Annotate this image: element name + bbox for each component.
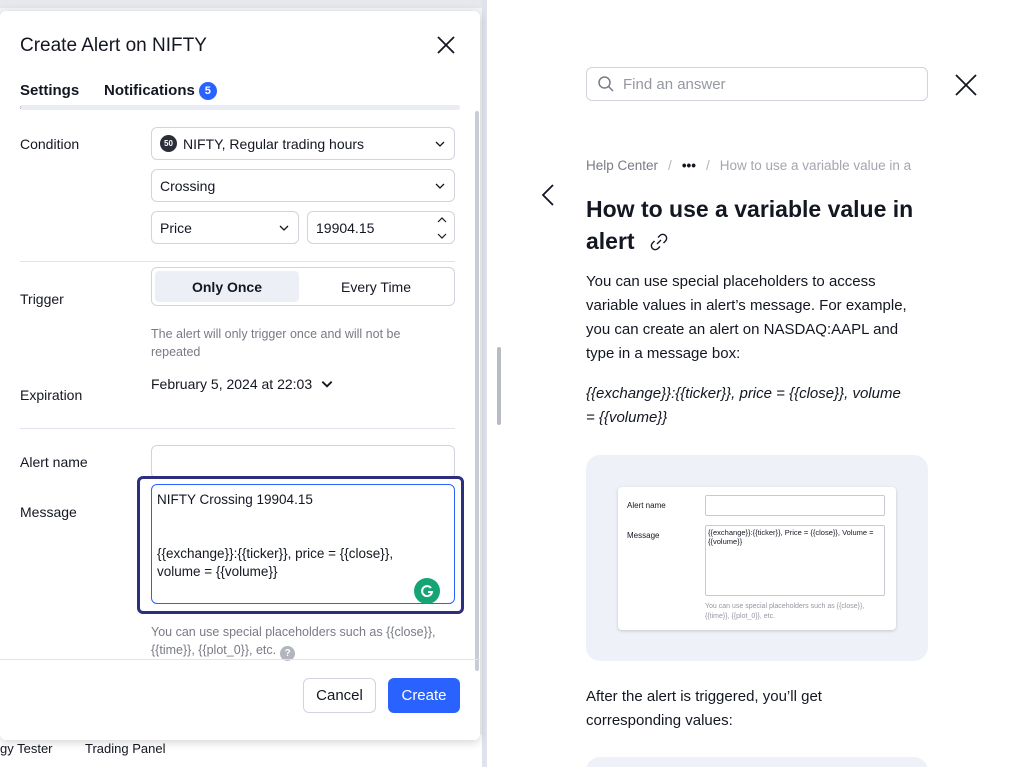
create-button[interactable]: Create xyxy=(388,678,460,713)
breadcrumb-current: How to use a variable value in a xyxy=(719,158,912,173)
operator-value: Crossing xyxy=(160,177,216,194)
example-hint: You can use special placeholders such as… xyxy=(705,603,865,620)
example-screenshot: Alert name Message {{exchange}}:{{ticker… xyxy=(618,487,896,630)
symbol-badge: 50 xyxy=(160,135,177,152)
bottom-tab-strategy-tester[interactable]: gy Tester xyxy=(0,741,53,756)
footer-divider xyxy=(0,659,480,660)
breadcrumb-more[interactable]: ••• xyxy=(682,158,696,173)
article-paragraph: You can use special placeholders to acce… xyxy=(586,273,907,362)
trigger-only-once-button[interactable]: Only Once xyxy=(155,271,299,302)
message-hint-wrap: You can use special placeholders such as… xyxy=(151,623,461,661)
section-divider xyxy=(20,428,455,429)
breadcrumb: Help Center / ••• / How to use a variable va… xyxy=(586,158,944,173)
breadcrumb-separator: / xyxy=(668,158,672,173)
source-select[interactable]: Price xyxy=(151,211,299,244)
alert-name-label: Alert name xyxy=(20,454,88,470)
cancel-button[interactable]: Cancel xyxy=(303,678,376,713)
background-toolbar xyxy=(0,0,486,8)
expiration-picker[interactable]: February 5, 2024 at 22:03 xyxy=(151,376,334,392)
search-placeholder: Find an answer xyxy=(623,75,726,93)
symbol-value: NIFTY, Regular trading hours xyxy=(183,135,365,152)
chevron-down-icon xyxy=(435,141,445,147)
breadcrumb-help-center[interactable]: Help Center xyxy=(586,158,658,173)
tab-settings-label: Settings xyxy=(20,82,80,99)
back-button[interactable] xyxy=(540,183,556,207)
help-panel-scrollbar[interactable] xyxy=(497,347,501,425)
chevron-down-icon xyxy=(321,381,333,388)
chevron-left-icon xyxy=(541,184,554,206)
article-title: How to use a variable value in alert xyxy=(586,196,914,254)
price-value-input[interactable]: 19904.15 xyxy=(307,211,455,244)
message-label: Message xyxy=(20,504,77,520)
section-divider xyxy=(20,261,455,262)
link-icon[interactable] xyxy=(649,232,669,252)
tab-settings[interactable]: Settings xyxy=(20,82,80,109)
article-example: {{exchange}}:{{ticker}}, price = {{close… xyxy=(586,385,901,426)
close-icon xyxy=(955,74,977,96)
message-textarea[interactable]: NIFTY Crossing 19904.15 {{exchange}}:{{t… xyxy=(151,484,455,604)
source-value: Price xyxy=(160,219,192,236)
close-button[interactable] xyxy=(434,33,458,57)
example-message-text: {{exchange}}:{{ticker}}, Price = {{close… xyxy=(708,528,874,546)
trigger-label: Trigger xyxy=(20,291,64,307)
notifications-count-badge: 5 xyxy=(198,82,217,100)
trigger-every-time-button[interactable]: Every Time xyxy=(302,271,450,302)
condition-label: Condition xyxy=(20,136,80,152)
tabs-divider xyxy=(20,105,460,110)
tab-notifications-label: Notifications xyxy=(104,82,195,99)
expiration-label: Expiration xyxy=(20,387,83,403)
help-close-button[interactable] xyxy=(953,72,979,98)
stepper-icon[interactable] xyxy=(436,214,448,242)
article-title-wrap: How to use a variable value in alert xyxy=(586,193,946,257)
dialog-title: Create Alert on NIFTY xyxy=(20,35,207,56)
symbol-select[interactable]: 50 NIFTY, Regular trading hours xyxy=(151,127,455,160)
expiration-value: February 5, 2024 at 22:03 xyxy=(151,376,313,392)
close-icon xyxy=(437,36,455,54)
grammarly-button[interactable] xyxy=(414,578,440,604)
price-value: 19904.15 xyxy=(316,219,375,236)
example-alert-name-label: Alert name xyxy=(627,501,666,510)
breadcrumb-separator: / xyxy=(706,158,710,173)
trigger-hint: The alert will only trigger once and wil… xyxy=(151,327,401,359)
search-icon xyxy=(598,76,614,92)
chevron-down-icon xyxy=(279,225,289,231)
dialog-scrollbar[interactable] xyxy=(475,111,479,671)
bottom-tab-trading-panel[interactable]: Trading Panel xyxy=(85,741,165,756)
next-screenshot-card xyxy=(586,757,928,767)
operator-select[interactable]: Crossing xyxy=(151,169,455,202)
grammarly-icon xyxy=(421,585,434,598)
chevron-down-icon xyxy=(435,183,445,189)
article-paragraph: After the alert is triggered, you’ll get… xyxy=(586,688,822,729)
help-search-input[interactable]: Find an answer xyxy=(586,67,928,101)
trigger-toggle: Only Once Every Time xyxy=(151,267,455,306)
example-alert-name-field xyxy=(705,495,885,516)
example-message-label: Message xyxy=(627,531,660,540)
alert-name-input[interactable] xyxy=(151,445,455,479)
tab-notifications[interactable]: Notifications 5 xyxy=(104,82,217,100)
